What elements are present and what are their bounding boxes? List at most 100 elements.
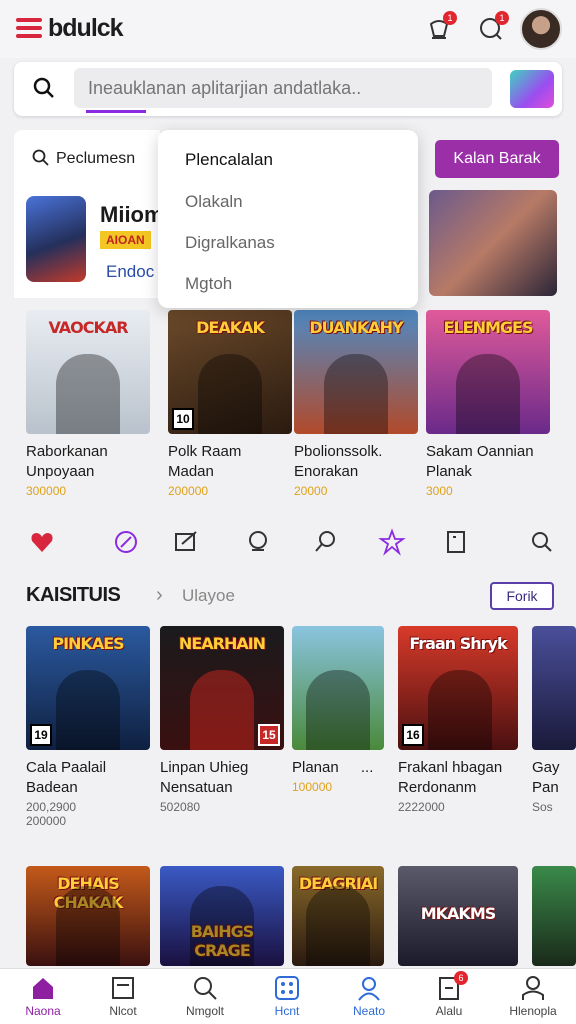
game-card[interactable]: Gay Pan Sos — [532, 626, 576, 814]
featured-banner-image[interactable] — [429, 190, 557, 296]
search-input[interactable] — [74, 68, 492, 108]
game-thumbnail: NEARHAIN 15 — [160, 626, 284, 750]
search-focus-indicator — [86, 110, 146, 113]
game-title: Cala Paalail Badean — [26, 759, 107, 796]
filter-chip[interactable]: Peclumesn — [14, 130, 160, 188]
dropdown-item[interactable]: Olakaln — [185, 192, 243, 212]
game-thumbnail — [532, 626, 576, 750]
game-thumbnail: DUANKAHY — [294, 310, 418, 434]
game-card[interactable]: DEHAIS CHAKAK — [26, 866, 150, 966]
game-title: Sakam Oannian Planak — [426, 443, 534, 480]
nav-badge: 6 — [454, 971, 468, 985]
dropdown-item[interactable]: Digralkanas — [185, 233, 275, 253]
game-card[interactable]: DUANKAHY Pbolionssolk. Enorakan 20000 — [294, 310, 418, 498]
dropdown-item[interactable]: Mgtoh — [185, 274, 232, 294]
game-meta: 300000 — [26, 484, 67, 498]
game-title: Pbolionssolk. Enorakan — [294, 443, 383, 480]
nav-search[interactable]: Nmgolt — [170, 975, 240, 1018]
search-bar — [14, 62, 562, 116]
section-action-button[interactable]: Forik — [490, 582, 554, 610]
game-meta: 200,2900 200000 — [26, 800, 77, 828]
app-thumbnail-icon[interactable] — [510, 70, 554, 108]
chat-bubble-icon[interactable]: 1 — [476, 11, 509, 44]
notification-badge: 1 — [443, 11, 457, 25]
home-icon — [33, 978, 53, 999]
game-meta: Sos — [532, 800, 553, 814]
top-app-bar: bdulck 1 1 — [0, 0, 576, 58]
search-icon[interactable] — [32, 76, 56, 100]
game-thumbnail: DEAGRIAI — [292, 866, 384, 966]
game-meta: 502080 — [160, 800, 201, 814]
game-meta: 100000 — [292, 780, 333, 794]
nav-profile[interactable]: Hlenopla — [498, 975, 568, 1018]
game-card[interactable]: VAOCKAR Raborkanan Unpoyaan 300000 — [26, 310, 150, 498]
edit-icon[interactable] — [172, 528, 200, 556]
game-thumbnail: Fraan Shryk 16 — [398, 626, 518, 750]
game-title: Gay Pan — [532, 759, 560, 796]
bottom-navigation: Naona Nlcot Nmgolt Hcnt Neato 6 Alalu Hl… — [0, 968, 576, 1024]
compass-icon[interactable] — [112, 528, 140, 556]
app-logo[interactable]: bdulck — [48, 14, 124, 43]
featured-app-icon — [26, 196, 86, 282]
nav-home[interactable]: Naona — [8, 975, 78, 1018]
profile-icon — [522, 976, 544, 1000]
featured-title: Miiom — [100, 202, 164, 227]
game-thumbnail: BAIHGS CRAGE — [160, 866, 284, 966]
user-icon — [358, 977, 380, 1001]
chevron-right-icon[interactable]: › — [156, 584, 163, 607]
game-card[interactable]: PINKAES 19 Cala Paalail Badean 200,2900 200… — [26, 626, 150, 828]
game-meta: 20000 — [294, 484, 328, 498]
cloud-icon[interactable] — [244, 528, 272, 556]
game-row-3: DEHAIS CHAKAK BAIHGS CRAGE DEAGRIAI MKAK… — [0, 866, 576, 966]
game-thumbnail — [532, 866, 576, 966]
game-thumbnail — [292, 626, 384, 750]
user-avatar[interactable] — [520, 8, 562, 50]
game-card[interactable]: MKAKMS — [398, 866, 518, 966]
game-card[interactable]: Fraan Shryk 16 Frakanl hbagan Rerdonanm 22… — [398, 626, 518, 814]
dropdown-item[interactable]: Plencalalan — [185, 150, 273, 170]
search-icon[interactable] — [312, 528, 340, 556]
grid-icon — [275, 976, 299, 1000]
game-title: Raborkanan Unpoyaan — [26, 443, 108, 480]
game-card[interactable] — [532, 866, 576, 966]
cta-button[interactable]: Kalan Barak — [435, 140, 559, 178]
game-thumbnail: MKAKMS — [398, 866, 518, 966]
chat-badge: 1 — [495, 11, 509, 25]
nav-card[interactable]: 6 Alalu — [414, 971, 484, 1018]
logo-text: bdulck — [48, 14, 124, 42]
bookmark-icon[interactable] — [442, 528, 470, 556]
game-title: Linpan Uhieg Nensatuan — [160, 759, 249, 796]
game-card[interactable]: ELENMGES Sakam Oannian Planak 3000 — [426, 310, 550, 498]
game-meta: 200000 — [168, 484, 209, 498]
age-rating-badge: 16 — [402, 724, 424, 746]
game-title: Frakanl hbagan Rerdonanm — [398, 759, 503, 796]
search-icon[interactable] — [528, 528, 556, 556]
star-icon[interactable] — [378, 528, 406, 556]
section-title: KAISITUIS — [26, 584, 121, 606]
heart-icon[interactable] — [28, 528, 56, 556]
news-icon — [112, 977, 134, 999]
section-subtitle[interactable]: Ulayoe — [182, 586, 235, 606]
game-card[interactable]: DEAKAK 10 Polk Raam Madan 200000 — [168, 310, 292, 498]
game-meta: 2222000 — [398, 800, 445, 814]
game-thumbnail: PINKAES 19 — [26, 626, 150, 750]
game-thumbnail: DEAKAK 10 — [168, 310, 292, 434]
game-thumbnail: ELENMGES — [426, 310, 550, 434]
game-card[interactable]: DEAGRIAI — [292, 866, 384, 966]
search-icon — [194, 977, 217, 1000]
featured-badge: AIOAN — [100, 231, 151, 249]
age-rating-badge: 10 — [172, 408, 194, 430]
notification-bell-icon[interactable]: 1 — [424, 11, 457, 44]
game-thumbnail: VAOCKAR — [26, 310, 150, 434]
game-card[interactable]: Planan ... 100000 — [292, 626, 384, 794]
game-row-1: VAOCKAR Raborkanan Unpoyaan 300000 DEAKAK… — [0, 310, 576, 510]
game-card[interactable]: BAIHGS CRAGE — [160, 866, 284, 966]
age-rating-badge: 19 — [30, 724, 52, 746]
nav-grid[interactable]: Hcnt — [252, 975, 322, 1018]
nav-news[interactable]: Nlcot — [88, 975, 158, 1018]
menu-icon[interactable] — [16, 18, 42, 38]
game-title: Polk Raam Madan — [168, 443, 242, 480]
game-card[interactable]: NEARHAIN 15 Linpan Uhieg Nensatuan 502080 — [160, 626, 284, 814]
search-icon — [32, 149, 49, 166]
nav-user[interactable]: Neato — [334, 975, 404, 1018]
